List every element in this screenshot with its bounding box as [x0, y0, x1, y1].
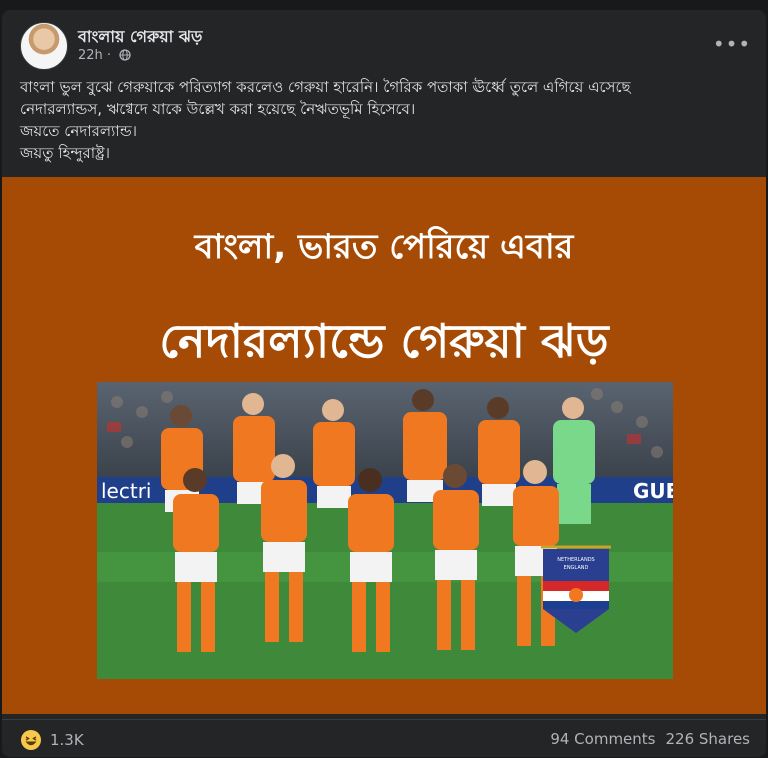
more-options-icon[interactable]: •••: [713, 28, 750, 60]
image-headline-bottom: নেদারল্যান্ডে গেরুয়া ঝড়: [159, 314, 609, 368]
post-text-line: বাংলা ভুল বুঝে গেরুয়াকে পরিত্যাগ করলেও …: [20, 78, 631, 96]
post-meta: 22h ·: [78, 48, 131, 63]
post-text: বাংলা ভুল বুঝে গেরুয়াকে পরিত্যাগ করলেও …: [20, 76, 750, 164]
reaction-count: 1.3K: [50, 731, 84, 749]
haha-reaction-icon: [21, 730, 41, 750]
post-image[interactable]: বাংলা, ভারত পেরিয়ে এবার নেদারল্যান্ডে গ…: [2, 177, 766, 714]
post-footer: 1.3K 94 Comments 226 Shares: [2, 719, 766, 758]
post-card: বাংলায় গেরুয়া ঝড় 22h · ••• বাংলা ভুল …: [2, 10, 766, 757]
post-text-line: জয়তে নেদারল্যান্ড।: [20, 122, 138, 140]
ad-board-right: GUE: [633, 479, 673, 503]
post-text-line: নেদারল্যান্ডস, ঋগ্বেদে যাকে উল্লেখ করা হ…: [20, 100, 416, 118]
shares-count-link[interactable]: 226 Shares: [666, 730, 751, 748]
pennant-line1: NETHERLANDS: [557, 557, 594, 563]
post-time[interactable]: 22h: [78, 48, 103, 63]
post-text-line: জয়তু হিন্দুরাষ্ট্র।: [20, 144, 111, 162]
team-photo: lectri GUE NETHERLANDS ENGLAND: [97, 382, 673, 679]
ad-board-left: lectri: [101, 479, 151, 503]
team-photo-illustration: lectri GUE NETHERLANDS ENGLAND: [97, 382, 673, 679]
comments-count-link[interactable]: 94 Comments: [550, 730, 655, 748]
pennant-line2: ENGLAND: [564, 565, 589, 571]
image-headline-top: বাংলা, ভারত পেরিয়ে এবার: [194, 227, 574, 267]
author-name[interactable]: বাংলায় গেরুয়া ঝড়: [78, 24, 202, 51]
author-avatar[interactable]: [20, 22, 68, 70]
engagement-stats: 94 Comments 226 Shares: [550, 730, 750, 748]
post-header: বাংলায় গেরুয়া ঝড় 22h · •••: [20, 22, 750, 72]
reaction-summary[interactable]: 1.3K: [20, 729, 84, 751]
globe-icon: [119, 49, 131, 61]
